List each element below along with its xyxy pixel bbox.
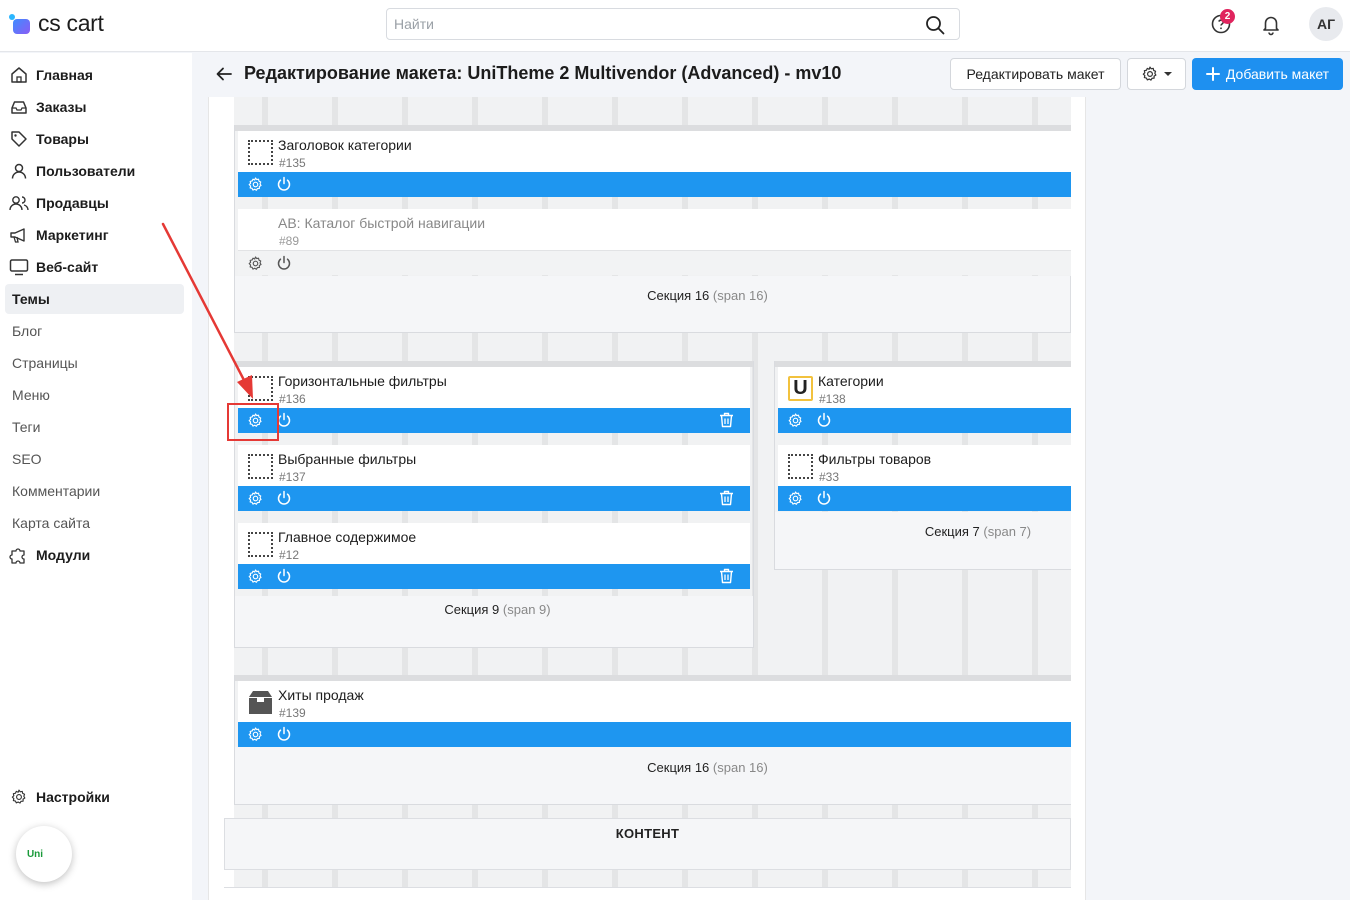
block-main-content[interactable]: Главное содержимое #12 — [238, 523, 750, 589]
block-horizontal-filters[interactable]: Горизонтальные фильтры #136 — [238, 367, 750, 433]
block-toolbar — [778, 408, 1071, 433]
gear-icon[interactable] — [247, 568, 264, 585]
sidebar-item-label: SEO — [12, 451, 42, 467]
section-label: Секция 16 (span 16) — [234, 288, 1181, 303]
block-id: #138 — [819, 392, 846, 406]
gear-icon — [9, 787, 29, 807]
settings-dropdown-button[interactable] — [1127, 58, 1186, 90]
block-categories[interactable]: U Категории #138 — [778, 367, 1071, 433]
section-label: Секция 9 (span 9) — [234, 602, 761, 617]
edit-layout-button[interactable]: Редактировать макет — [950, 58, 1121, 90]
block-id: #137 — [279, 470, 306, 484]
gear-icon[interactable] — [247, 726, 264, 743]
gear-icon[interactable] — [787, 412, 804, 429]
block-name: Хиты продаж — [278, 687, 364, 703]
block-name: AB: Каталог быстрой навигации — [278, 215, 486, 231]
bell-icon[interactable] — [1259, 12, 1283, 36]
sidebar-item-label: Настройки — [36, 789, 110, 805]
section-label: Секция 16 (span 16) — [234, 760, 1181, 775]
section-name: Секция 7 — [924, 524, 980, 539]
avatar[interactable]: АГ — [1309, 7, 1343, 41]
search-icon[interactable] — [925, 15, 945, 35]
section-label: Секция 7 (span 7) — [774, 524, 1182, 539]
page-title: Редактирование макета: UniTheme 2 Multiv… — [244, 63, 842, 83]
section-span: (span 9) — [502, 602, 551, 617]
block-toolbar — [238, 564, 750, 589]
unitheme-u-icon: U — [788, 376, 813, 401]
divider — [224, 887, 1071, 888]
block-product-filters[interactable]: Фильтры товаров #33 — [778, 445, 1071, 511]
gear-icon — [1142, 66, 1156, 81]
section-span: (span 16) — [712, 760, 768, 775]
trash-icon[interactable] — [719, 490, 734, 506]
block-placeholder-icon — [788, 454, 813, 479]
search-input[interactable] — [387, 9, 907, 39]
search-box — [386, 8, 960, 40]
block-toolbar — [238, 486, 750, 511]
sidebar-item-label: Модули — [36, 547, 91, 563]
sidebar-item-settings[interactable]: Настройки — [5, 782, 184, 812]
block-ab-quick-nav[interactable]: AB: Каталог быстрой навигации #89 — [238, 209, 1071, 275]
gear-icon[interactable] — [787, 490, 804, 507]
add-layout-label: Добавить макет — [1225, 66, 1330, 82]
sidebar-item-comments[interactable]: Комментарии — [5, 476, 184, 506]
block-toolbar — [778, 486, 1071, 511]
block-toolbar — [238, 172, 1071, 197]
caret-down-icon — [1163, 72, 1172, 76]
sidebar-item-label: Комментарии — [12, 483, 101, 499]
sidebar-item-addons[interactable]: Модули — [5, 540, 184, 570]
power-icon[interactable] — [816, 490, 832, 506]
power-icon[interactable] — [816, 412, 832, 428]
content-container[interactable]: КОНТЕНТ — [224, 818, 1071, 870]
section-span: (span 16) — [712, 288, 768, 303]
power-icon[interactable] — [276, 726, 292, 742]
block-name: Категории — [818, 373, 884, 389]
sidebar-item-label: Карта сайта — [12, 515, 90, 531]
block-toolbar — [238, 250, 1071, 275]
block-id: #33 — [819, 470, 840, 484]
trash-icon[interactable] — [719, 412, 734, 428]
block-name: Горизонтальные фильтры — [278, 373, 447, 389]
sidebar-item-sitemap[interactable]: Карта сайта — [5, 508, 184, 538]
notification-badge: 2 — [1220, 9, 1235, 24]
block-placeholder-icon — [248, 532, 273, 557]
content-label: КОНТЕНТ — [615, 826, 680, 841]
section-span: (span 7) — [983, 524, 1032, 539]
block-name: Фильтры товаров — [818, 451, 932, 467]
power-icon[interactable] — [276, 490, 292, 506]
plus-icon — [1205, 67, 1220, 81]
sidebar-item-seo[interactable]: SEO — [5, 444, 184, 474]
gear-icon[interactable] — [247, 490, 264, 507]
block-bestsellers[interactable]: Хиты продаж #139 — [238, 681, 1071, 747]
block-name: Главное содержимое — [278, 529, 417, 545]
section-name: Секция 9 — [444, 602, 500, 617]
box-icon — [248, 690, 273, 715]
puzzle-icon — [9, 545, 29, 565]
section-name: Секция 16 — [647, 760, 710, 775]
section-name: Секция 16 — [647, 288, 710, 303]
trash-icon[interactable] — [719, 568, 734, 584]
block-placeholder-icon — [248, 454, 273, 479]
annotation-arrow — [161, 222, 253, 399]
block-id: #139 — [279, 706, 306, 720]
block-selected-filters[interactable]: Выбранные фильтры #137 — [238, 445, 750, 511]
block-category-title[interactable]: Заголовок категории #135 — [238, 131, 1071, 197]
add-layout-button[interactable]: Добавить макет — [1192, 58, 1343, 90]
block-name: Выбранные фильтры — [278, 451, 417, 467]
block-toolbar — [238, 722, 1071, 747]
power-icon[interactable] — [276, 568, 292, 584]
block-toolbar — [238, 408, 750, 433]
uni-floating-button[interactable]: Uni — [16, 826, 72, 882]
block-id: #12 — [279, 548, 300, 562]
sidebar-item-label: Теги — [12, 419, 41, 435]
